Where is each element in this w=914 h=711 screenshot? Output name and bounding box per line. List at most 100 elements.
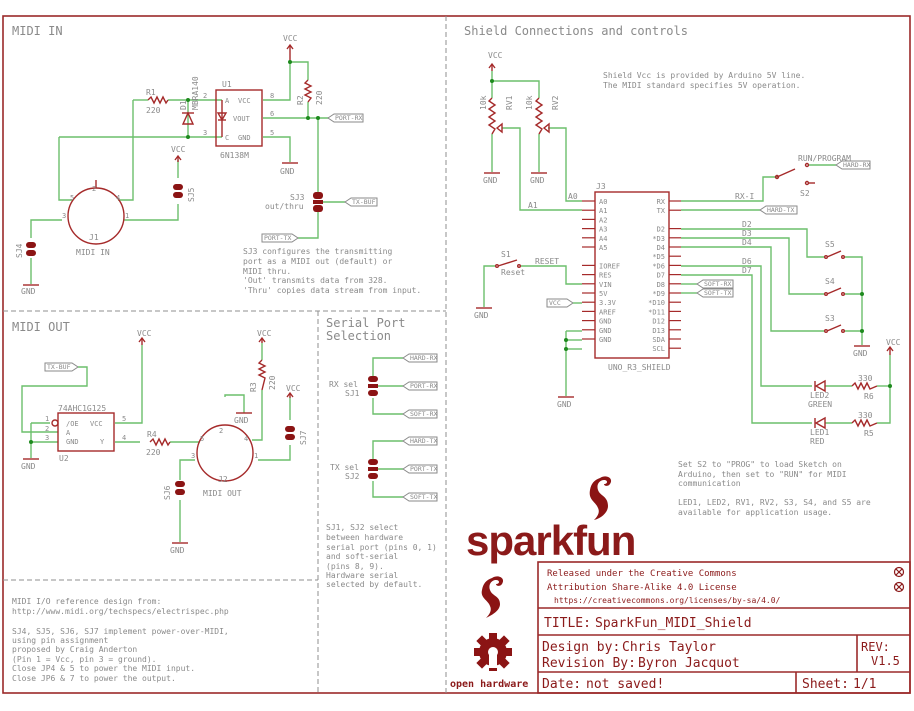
title-value: SparkFun_MIDI_Shield	[595, 616, 752, 631]
resistor-r5: 330 R5	[851, 411, 878, 438]
svg-text:and soft-serial: and soft-serial	[326, 552, 398, 561]
svg-text:D3: D3	[742, 229, 752, 238]
midi-connector-j2: J2 MIDI OUT 2 5 4 3 1	[191, 424, 258, 498]
gnd-symbol: GND	[21, 284, 39, 296]
svg-text:communication: communication	[678, 479, 741, 488]
section-title-midi-out: MIDI OUT	[12, 320, 70, 334]
title-label: TITLE:	[544, 616, 591, 631]
led-led2: LED2 GREEN	[808, 379, 832, 409]
license-url: https://creativecommons.org/licenses/by-…	[554, 596, 781, 605]
svg-text:VCC: VCC	[549, 299, 561, 307]
j3-pin-label: GND	[599, 336, 612, 344]
svg-text:PORT-RX: PORT-RX	[410, 382, 437, 390]
note-sj3: SJ3 configures the transmitting port as …	[243, 247, 421, 295]
net-label-soft-tx: SOFT-TX	[696, 288, 734, 298]
svg-text:GND: GND	[853, 349, 868, 358]
svg-text:330: 330	[858, 411, 873, 420]
j3-pin-label: *D3	[652, 235, 665, 243]
solder-jumper-sj3: SJ3 out/thru	[265, 192, 323, 212]
j3-pin-label: A3	[599, 226, 607, 234]
sheet-frame	[2, 15, 911, 694]
svg-text:TX-BUF: TX-BUF	[352, 198, 376, 206]
svg-text:SJ1, SJ2 select: SJ1, SJ2 select	[326, 523, 398, 532]
svg-text:LED1: LED1	[810, 428, 829, 437]
j3-left-pins: A0A1A2A3A4A5IOREFRESVIN5V3.3VAREFGNDGNDG…	[582, 198, 620, 344]
svg-text:The MIDI standard specifies 5V: The MIDI standard specifies 5V operation…	[603, 81, 800, 90]
svg-text:6N138M: 6N138M	[220, 151, 249, 160]
svg-text:HARD-TX: HARD-TX	[410, 437, 437, 445]
svg-text:1: 1	[125, 212, 129, 220]
svg-text:6: 6	[270, 110, 274, 118]
svg-text:VCC: VCC	[488, 51, 503, 60]
svg-text:TX-BUF: TX-BUF	[47, 363, 71, 371]
svg-text:RED: RED	[810, 437, 825, 446]
svg-text:J2: J2	[218, 475, 228, 484]
svg-text:Arduino, then set to "RUN" for: Arduino, then set to "RUN" for MIDI	[678, 470, 847, 479]
svg-text:Close JP6 & 7 to power the out: Close JP6 & 7 to power the output.	[12, 674, 176, 683]
j3-pin-label: GND	[599, 327, 612, 335]
resistor-r3: R3 220	[249, 359, 277, 392]
solder-jumper-sj2: TX sel SJ2	[330, 459, 378, 481]
svg-text:selected by default.: selected by default.	[326, 580, 422, 589]
switch-s5: S5	[824, 240, 846, 259]
midi-in-section: MIDI IN VCC R1 220 D1 MBRA140 U1 6N138M …	[12, 24, 421, 296]
vcc-symbol: VCC	[488, 51, 503, 71]
j3-pin-label: D8	[657, 281, 665, 289]
svg-text:2: 2	[219, 427, 223, 435]
svg-text:10k: 10k	[479, 95, 488, 110]
net-label-port-tx: PORT-TX	[402, 464, 438, 474]
rev-value: V1.5	[871, 654, 900, 668]
j3-pin-label: A5	[599, 244, 607, 252]
svg-text:out/thru: out/thru	[265, 202, 304, 211]
svg-text:330: 330	[858, 374, 873, 383]
j3-pin-label: RX	[657, 198, 666, 206]
svg-text:serial port (pins 0, 1): serial port (pins 0, 1)	[326, 543, 437, 552]
svg-text:R4: R4	[147, 430, 157, 439]
svg-text:RV1: RV1	[505, 95, 514, 110]
svg-text:Hardware serial: Hardware serial	[326, 571, 398, 580]
midi-connector-j1: J1 MIDI IN 2 5 4 3 1	[62, 180, 129, 257]
svg-text:10k: 10k	[525, 95, 534, 110]
buffer-u2: 74AHC1G125 U2 /OE A GND VCC Y 1 2 3 5 4	[45, 404, 126, 463]
svg-text:SJ4, SJ5, SJ6, SJ7 implement p: SJ4, SJ5, SJ6, SJ7 implement power-over-…	[12, 627, 229, 636]
svg-text:5: 5	[70, 194, 74, 202]
net-label-hard-rx: HARD-RX	[402, 353, 438, 363]
svg-text:http://www.midi.org/techspecs/: http://www.midi.org/techspecs/electrispe…	[12, 607, 229, 616]
j3-pin-label: A2	[599, 216, 607, 224]
cc-icon	[893, 566, 905, 578]
net-label-soft-rx: SOFT-RX	[696, 279, 734, 289]
svg-text:Set S2 to "PROG" to load Sketc: Set S2 to "PROG" to load Sketch on	[678, 460, 842, 469]
open-hardware-label: open hardware	[450, 679, 528, 690]
gnd-symbol: GND	[557, 396, 574, 409]
vcc-symbol: VCC	[886, 338, 901, 355]
vcc-symbol: VCC	[137, 329, 152, 345]
j3-pin-label: D13	[652, 327, 665, 335]
license-line-1: Released under the Creative Commons	[547, 569, 737, 579]
resistor-r2: R2 220	[296, 79, 324, 105]
revision-value: Byron Jacquot	[638, 656, 740, 671]
svg-text:SJ3: SJ3	[290, 193, 305, 202]
j3-pin-label: SDA	[652, 336, 665, 344]
midi-out-section: MIDI OUT TX-BUF VCC VCC VCC 74AHC1G125 U…	[12, 320, 308, 555]
net-label-port-rx: PORT-RX	[327, 113, 364, 123]
note-application: LED1, LED2, RV1, RV2, S3, S4, and S5 are…	[678, 498, 871, 517]
svg-text:D7: D7	[742, 266, 752, 275]
svg-text:(pins 8, 9).: (pins 8, 9).	[326, 562, 384, 571]
j3-pin-label: *D11	[648, 308, 665, 316]
svg-text:5: 5	[200, 435, 204, 443]
sheet-value: 1/1	[853, 677, 876, 692]
date-value: not saved!	[586, 677, 664, 692]
svg-text:U2: U2	[59, 454, 69, 463]
j3-pin-label: *D5	[652, 253, 665, 261]
switch-s2: RUN/PROGRAM S2	[774, 154, 851, 198]
j3-pin-label: D4	[657, 244, 665, 252]
svg-text:PORT-RX: PORT-RX	[335, 114, 362, 122]
net-label-hard-rx: HARD-RX	[835, 160, 871, 170]
j3-pin-label: *D9	[652, 290, 665, 298]
switch-s1: S1 Reset	[495, 250, 525, 277]
j3-pin-label: SCL	[652, 345, 665, 353]
serial-section: Serial Port Selection RX sel SJ1 HARD-RX…	[326, 316, 438, 589]
svg-text:2: 2	[92, 185, 96, 193]
design-label: Design by:	[542, 640, 620, 655]
svg-text:SJ2: SJ2	[345, 472, 360, 481]
